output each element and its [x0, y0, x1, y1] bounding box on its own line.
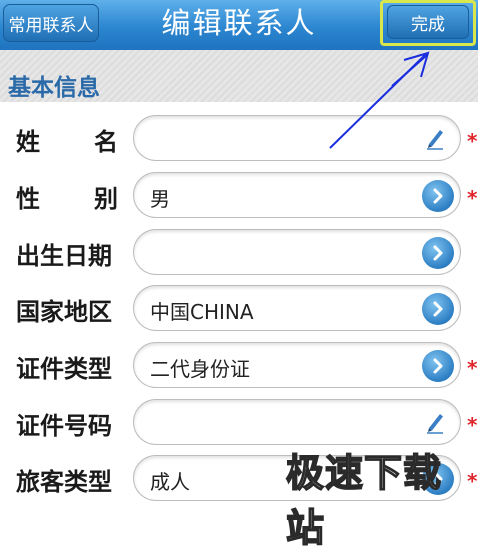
gender-value: 男	[150, 187, 170, 211]
country-value: 中国CHINA	[150, 300, 254, 324]
gender-select[interactable]: 男	[133, 172, 461, 218]
form-row-birthdate: 出生日期	[0, 225, 478, 281]
section-title: 基本信息	[8, 75, 100, 101]
chevron-right-icon[interactable]	[422, 293, 454, 325]
field-label-gender: 性 别	[16, 184, 118, 213]
country-select[interactable]: 中国CHINA	[133, 285, 461, 331]
form-row-country: 国家地区 中国CHINA	[0, 281, 478, 337]
birthdate-select[interactable]	[133, 229, 461, 275]
required-mark: *	[467, 186, 478, 210]
back-button[interactable]: 常用联系人	[3, 4, 99, 42]
header-bar: 编辑联系人 常用联系人 完成	[0, 0, 478, 51]
field-label-country: 国家地区	[16, 297, 112, 326]
form-row-id-type: 证件类型 二代身份证 *	[0, 338, 478, 394]
required-mark: *	[467, 356, 478, 380]
section-header: 基本信息	[0, 50, 478, 102]
pencil-icon[interactable]	[424, 410, 446, 434]
id-type-value: 二代身份证	[150, 357, 250, 381]
done-button[interactable]: 完成	[387, 5, 469, 39]
field-label-name: 姓 名	[16, 127, 118, 156]
chevron-right-icon[interactable]	[422, 180, 454, 212]
done-button-highlight: 完成	[380, 0, 476, 46]
form-row-name: 姓 名 *	[0, 111, 478, 167]
field-label-id-number: 证件号码	[16, 411, 112, 440]
id-number-input[interactable]	[133, 399, 461, 445]
field-label-id-type: 证件类型	[16, 354, 112, 383]
required-mark: *	[467, 413, 478, 437]
chevron-right-icon[interactable]	[422, 237, 454, 269]
field-label-passenger-type: 旅客类型	[16, 467, 112, 496]
watermark: 极速下载站	[285, 450, 443, 551]
pencil-icon[interactable]	[424, 126, 446, 150]
name-input[interactable]	[133, 115, 461, 161]
form-row-gender: 性 别 男 *	[0, 168, 478, 224]
field-label-birthdate: 出生日期	[16, 241, 112, 270]
required-mark: *	[467, 129, 478, 153]
chevron-right-icon[interactable]	[422, 350, 454, 382]
passenger-type-value: 成人	[150, 470, 190, 494]
id-type-select[interactable]: 二代身份证	[133, 342, 461, 388]
